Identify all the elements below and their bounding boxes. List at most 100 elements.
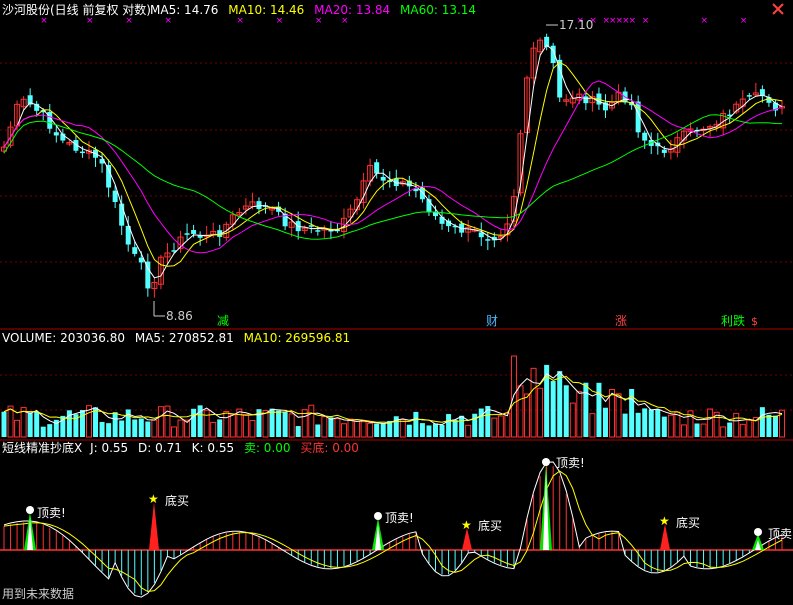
- top-x-mark: ×: [701, 16, 709, 26]
- candle-body: [53, 132, 59, 136]
- top-x-mark: ×: [629, 16, 637, 26]
- volume-bar: [569, 402, 576, 438]
- volume-bar: [334, 418, 341, 438]
- volume-bar: [315, 424, 321, 437]
- sell-marker: [26, 506, 34, 514]
- volume-bar: [170, 426, 177, 438]
- candle-body: [184, 233, 190, 235]
- volume-bar: [642, 408, 648, 437]
- volume-bar: [157, 406, 164, 438]
- candle-body: [132, 247, 138, 254]
- low-price-label: 8.86: [166, 309, 193, 323]
- volume-bars: [1, 355, 785, 438]
- volume-bar: [7, 405, 14, 438]
- candle-body: [642, 132, 648, 141]
- volume-bar: [661, 416, 667, 437]
- volume-bar: [40, 426, 46, 437]
- volume-bar: [138, 418, 144, 437]
- close-icon[interactable]: [770, 2, 788, 16]
- volume-bar: [680, 424, 687, 438]
- volume-bar: [367, 422, 374, 438]
- volume-bar: [739, 423, 746, 438]
- top-x-mark: ×: [642, 16, 650, 26]
- volume-bar: [262, 409, 269, 438]
- volume-bar: [465, 424, 472, 438]
- volume-bar: [354, 420, 361, 438]
- volume-bar: [269, 408, 275, 437]
- volume-bar: [557, 371, 563, 437]
- volume-bar: [145, 421, 151, 437]
- volume-bar: [439, 424, 445, 437]
- volume-bar: [655, 409, 661, 437]
- signal-sell-2: 顶卖!: [385, 511, 414, 525]
- chart-window[interactable]: × × × × × × × × × × ××××× × × × ★★ ★ 沙河股份(日线 前复权 对数) M…: [0, 0, 793, 605]
- price-title: 沙河股份(日线 前复权 对数): [2, 2, 151, 17]
- signal-sell-3: 顶卖!: [556, 456, 585, 470]
- indicator-series: ★ ★ ★: [3, 458, 783, 598]
- marker-cai[interactable]: 财: [486, 314, 498, 328]
- volume-bar: [413, 411, 419, 437]
- candle-body: [315, 230, 321, 232]
- marker-zhang[interactable]: 涨: [615, 313, 627, 328]
- volume-bar: [766, 414, 772, 437]
- volume-bar: [119, 420, 125, 437]
- volume-bar: [229, 414, 236, 438]
- ma10-line: [3, 61, 783, 267]
- candle-body: [583, 96, 589, 104]
- volume-bar: [609, 388, 616, 438]
- ma20-line: [3, 80, 783, 254]
- volume-bar: [648, 409, 654, 437]
- candle-body: [256, 201, 262, 210]
- ma5-line: [3, 44, 783, 279]
- volume-bar: [667, 414, 674, 438]
- volume-bar: [517, 385, 524, 438]
- sell-marker: [542, 458, 550, 466]
- volume-bar: [223, 411, 230, 438]
- moving-average-lines: [3, 44, 783, 279]
- volume-bar: [380, 423, 386, 437]
- volume-bar: [340, 423, 347, 438]
- volume-bar: [295, 426, 301, 437]
- volume-bar: [99, 421, 105, 437]
- marker-lidie[interactable]: 利跌: [721, 313, 745, 328]
- volume-bar: [151, 419, 158, 438]
- volume-bar: [347, 418, 354, 438]
- candle-body: [746, 95, 752, 97]
- volume-bar: [779, 409, 785, 438]
- signal-buy-1: 底买: [165, 493, 189, 508]
- volume-bar: [537, 387, 544, 438]
- ma60-label: MA60: 13.14: [400, 3, 476, 17]
- high-price-label: 17.10: [559, 18, 593, 32]
- volume-bar: [459, 415, 465, 437]
- top-x-mark: ×: [341, 16, 349, 26]
- sell-marker: [374, 512, 382, 520]
- volume-bar: [589, 413, 596, 438]
- volume-ma10-line: [3, 375, 783, 423]
- candlestick-series: [1, 33, 785, 298]
- grid-lines: [0, 62, 793, 551]
- volume-bar: [282, 411, 288, 437]
- volume-bar: [694, 423, 700, 437]
- indicator-sell: 卖: 0.00: [244, 441, 291, 455]
- candle-body: [432, 212, 438, 217]
- volume-bar: [321, 416, 328, 438]
- volume-bar: [700, 423, 707, 438]
- signal-sell-4: 顶卖!: [768, 527, 793, 541]
- volume-bar: [530, 367, 537, 438]
- volume-bar: [276, 410, 282, 437]
- top-x-mark: ×: [740, 16, 748, 26]
- volume-bar: [524, 393, 531, 438]
- buy-spike: [149, 502, 159, 550]
- volume-bar: [242, 414, 249, 438]
- ma5-label: MA5: 14.76: [150, 3, 218, 17]
- buy-star: ★: [148, 492, 159, 506]
- marker-jian[interactable]: 减: [217, 314, 229, 328]
- marker-extra[interactable]: $: [751, 315, 758, 328]
- ma10-label: MA10: 14.46: [228, 3, 304, 17]
- volume-bar: [288, 413, 295, 438]
- volume-bar: [727, 422, 733, 437]
- volume-bar: [132, 419, 138, 437]
- top-signal-marks: × × × × × × × × × × ××××× × × ×: [40, 16, 747, 26]
- top-x-mark: ×: [164, 16, 172, 26]
- volume-ma5: MA5: 270852.81: [135, 331, 234, 345]
